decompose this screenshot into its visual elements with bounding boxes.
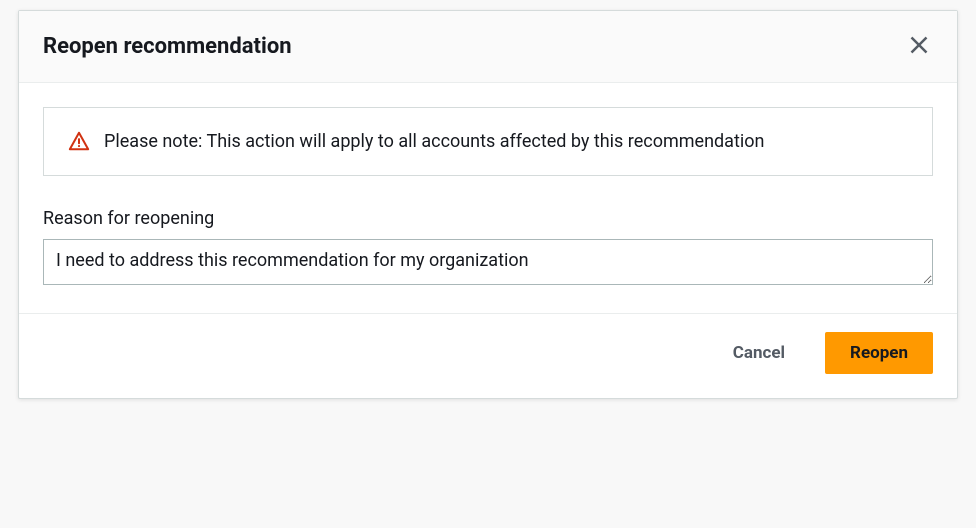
modal-header: Reopen recommendation xyxy=(19,11,957,83)
reason-input[interactable] xyxy=(43,239,933,285)
modal-body: Please note: This action will apply to a… xyxy=(19,83,957,313)
modal-title: Reopen recommendation xyxy=(43,34,292,59)
modal-footer: Cancel Reopen xyxy=(19,313,957,398)
reopen-modal: Reopen recommendation Please note: This … xyxy=(18,10,958,399)
reopen-button[interactable]: Reopen xyxy=(825,332,933,374)
close-icon xyxy=(909,35,929,58)
warning-icon xyxy=(68,130,90,152)
cancel-button[interactable]: Cancel xyxy=(709,333,809,373)
close-button[interactable] xyxy=(905,31,933,62)
reason-label: Reason for reopening xyxy=(43,208,933,229)
alert-text: Please note: This action will apply to a… xyxy=(104,128,764,155)
alert-box: Please note: This action will apply to a… xyxy=(43,107,933,176)
